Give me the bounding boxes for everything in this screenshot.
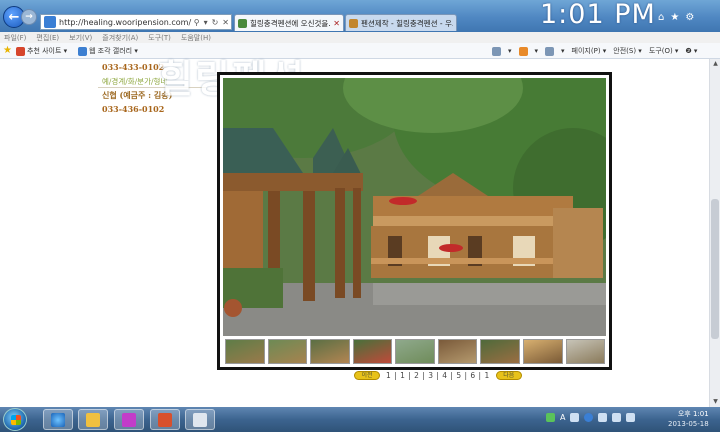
taskbar-app-button[interactable]: [185, 409, 215, 430]
scroll-thumb[interactable]: [711, 199, 719, 339]
tray-expand-icon[interactable]: [598, 413, 608, 422]
thumbnail-strip: [225, 339, 606, 364]
help-menu[interactable]: ❷ ▾: [685, 47, 697, 55]
taskbar: A 오후 1:01 2013-05-18: [0, 407, 720, 432]
taskbar-app-button[interactable]: [114, 409, 144, 430]
taskbar-app-button[interactable]: [150, 409, 180, 430]
menu-edit[interactable]: 편집(E): [36, 33, 59, 43]
forward-button[interactable]: →: [21, 9, 37, 25]
command-bar: ★ 추천 사이트 ▾ 웹 조각 갤러리 ▾ ▾ ▾ ▾ 페이지(P) ▾ 안전(…: [0, 43, 720, 59]
tab-active[interactable]: 힐링충격펜션에 오신것을... ✕: [234, 14, 344, 31]
thumbnail[interactable]: [310, 339, 350, 364]
arrow-left-icon: ←: [8, 9, 20, 25]
favorites-item-web-slice[interactable]: 웹 조각 갤러리 ▾: [78, 46, 138, 56]
print-icon[interactable]: [545, 46, 555, 56]
web-slice-icon: [78, 46, 87, 56]
page-menu[interactable]: 페이지(P) ▾: [572, 46, 607, 56]
internet-explorer-icon: [51, 412, 65, 427]
dropdown-icon[interactable]: ▾: [202, 18, 210, 27]
menu-tools[interactable]: 도구(T): [148, 33, 171, 43]
photo-gallery: [217, 72, 612, 370]
folder-icon: [86, 412, 100, 427]
windows-logo-icon: [11, 415, 21, 425]
stop-icon[interactable]: ✕: [220, 18, 231, 27]
menu-favorites[interactable]: 즐겨찾기(A): [102, 33, 138, 43]
window-controls: ⌂ ★ ⚙: [658, 12, 694, 23]
home-icon[interactable]: ⌂: [658, 12, 664, 23]
arrow-right-icon: →: [25, 12, 33, 22]
tab-inactive[interactable]: 펜션제작 - 힐링충격펜션 - 우...: [345, 14, 457, 31]
menu-bar: 파일(F) 편집(E) 보기(V) 즐겨찾기(A) 도구(T) 도움말(H): [0, 32, 720, 43]
next-page-button[interactable]: 다음: [495, 371, 522, 380]
app-icon: [193, 412, 207, 427]
tab-label: 펜션제작 - 힐링충격펜션 - 우...: [361, 18, 453, 28]
tray-time: 오후 1:01: [677, 410, 709, 418]
feeds-dropdown[interactable]: ▾: [535, 47, 539, 55]
gallery-pager: 이전 1 | 1 | 2 | 3 | 4 | 5 | 6 | 1 다음: [354, 371, 522, 380]
phone-number-2: 033-436-0102: [102, 104, 165, 114]
favorites-label: 추천 사이트 ▾: [27, 47, 68, 55]
favorites-star-icon[interactable]: ★: [3, 45, 12, 56]
start-button[interactable]: [3, 408, 27, 431]
favorites-label: 웹 조각 갤러리 ▾: [89, 47, 138, 55]
language-indicator[interactable]: A: [560, 413, 565, 422]
browser-titlebar: ← → http://healing.wooripension.com/ ⚲ ▾…: [0, 0, 720, 32]
help-icon[interactable]: [584, 413, 594, 422]
page-favicon-icon: [44, 16, 56, 28]
taskbar-ie-button[interactable]: [43, 409, 73, 430]
scroll-down-icon[interactable]: ▼: [711, 397, 720, 407]
phone-number-1: 033-433-0102: [102, 62, 165, 72]
thumbnail[interactable]: [522, 339, 563, 364]
thumbnail[interactable]: [395, 339, 435, 364]
app-icon: [158, 412, 172, 427]
menu-help[interactable]: 도움말(H): [181, 33, 211, 43]
safety-menu[interactable]: 안전(S) ▾: [613, 46, 642, 56]
menu-file[interactable]: 파일(F): [4, 33, 26, 43]
command-buttons: ▾ ▾ ▾ 페이지(P) ▾ 안전(S) ▾ 도구(O) ▾ ❷ ▾: [492, 46, 697, 56]
app-icon: [122, 412, 136, 427]
pension-photo: [223, 78, 606, 336]
tools-menu[interactable]: 도구(O) ▾: [649, 46, 679, 56]
flag-icon[interactable]: [612, 413, 622, 422]
favorites-item-suggested[interactable]: 추천 사이트 ▾: [16, 46, 67, 56]
feeds-icon[interactable]: [518, 46, 528, 56]
home-icon[interactable]: [492, 46, 501, 56]
page-numbers[interactable]: 1 | 1 | 2 | 3 | 4 | 5 | 6 | 1: [386, 371, 490, 380]
system-tray: A: [546, 413, 636, 422]
home-dropdown[interactable]: ▾: [508, 47, 512, 55]
search-icon[interactable]: ⚲: [192, 18, 202, 27]
scroll-up-icon[interactable]: ▲: [711, 59, 720, 69]
thumbnail[interactable]: [225, 339, 265, 364]
tray-clock[interactable]: 오후 1:01 2013-05-18: [668, 409, 709, 429]
thumbnail[interactable]: [565, 339, 606, 364]
menu-view[interactable]: 보기(V): [69, 33, 92, 43]
suggested-sites-icon: [16, 46, 25, 56]
preference-text: 예/경계/화/분가/형네: [102, 77, 168, 86]
divider: [98, 87, 206, 88]
thumbnail[interactable]: [267, 339, 308, 364]
main-photo[interactable]: [223, 78, 606, 336]
close-tab-icon[interactable]: ✕: [333, 19, 340, 28]
refresh-icon[interactable]: ↻: [210, 18, 221, 27]
volume-icon[interactable]: [626, 413, 636, 422]
prev-page-button[interactable]: 이전: [354, 371, 380, 380]
network-icon[interactable]: [546, 413, 555, 422]
ime-icon[interactable]: [570, 413, 580, 422]
thumbnail[interactable]: [480, 339, 520, 364]
tab-label: 힐링충격펜션에 오신것을...: [250, 18, 331, 28]
favorites-star-icon[interactable]: ★: [670, 12, 679, 23]
bank-account-text: 신협 (예금주 : 김송): [102, 90, 173, 100]
gear-icon[interactable]: ⚙: [685, 12, 694, 23]
clock-overlay: 1:01 PM: [540, 0, 656, 30]
tab-favicon-icon: [238, 18, 247, 28]
print-dropdown[interactable]: ▾: [561, 47, 565, 55]
thumbnail[interactable]: [352, 339, 393, 364]
taskbar-explorer-button[interactable]: [78, 409, 108, 430]
address-bar[interactable]: http://healing.wooripension.com/ ⚲ ▾ ↻ ✕: [40, 14, 232, 30]
vertical-scrollbar[interactable]: ▲ ▼: [709, 59, 720, 407]
address-text[interactable]: http://healing.wooripension.com/: [59, 18, 192, 27]
tray-date: 2013-05-18: [668, 420, 709, 428]
tab-favicon-icon: [349, 18, 358, 28]
thumbnail[interactable]: [437, 339, 478, 364]
